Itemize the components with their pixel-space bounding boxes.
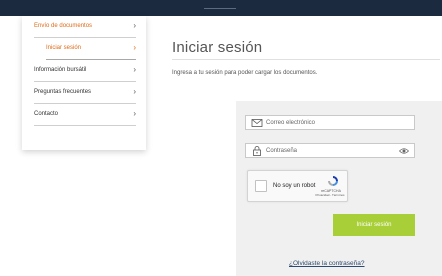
password-field[interactable]: Contraseña xyxy=(245,143,415,158)
sidebar-item-iniciar-sesion[interactable]: Iniciar sesión › xyxy=(22,38,146,60)
sidebar-item-label: Preguntas frecuentes xyxy=(34,89,92,95)
chevron-right-icon: › xyxy=(133,43,136,52)
recaptcha-widget: No soy un robot reCAPTCHA Privacidad - T… xyxy=(247,170,348,202)
sidebar-item-contacto[interactable]: Contacto › xyxy=(22,104,146,126)
sidebar-item-label: Iniciar sesión xyxy=(46,45,82,51)
page-title: Iniciar sesión xyxy=(172,39,263,56)
recaptcha-checkbox[interactable] xyxy=(255,180,267,192)
lock-icon xyxy=(253,146,261,156)
eye-icon[interactable] xyxy=(399,146,409,156)
envelope-icon xyxy=(251,119,263,127)
chevron-right-icon: › xyxy=(133,87,136,96)
page-subtitle: Ingresa a tu sesión para poder cargar lo… xyxy=(172,70,318,76)
recaptcha-label: No soy un robot xyxy=(273,183,316,189)
sidebar-item-label: Envío de documentos xyxy=(34,23,93,29)
recaptcha-links[interactable]: Privacidad - Términos xyxy=(312,193,348,197)
email-placeholder: Correo electrónico xyxy=(266,120,316,126)
sidebar-item-preguntas-frecuentes[interactable]: Preguntas frecuentes › xyxy=(22,82,146,104)
sidebar-item-informacion-bursatil[interactable]: Información bursátil › xyxy=(22,60,146,82)
forgot-password-link[interactable]: ¿Olvidaste la contraseña? xyxy=(289,260,365,267)
sidebar-item-envio-documentos[interactable]: Envío de documentos › xyxy=(22,16,146,38)
login-button[interactable]: Iniciar sesión xyxy=(333,214,415,236)
recaptcha-logo-icon xyxy=(328,176,338,186)
title-divider xyxy=(172,59,440,60)
top-navigation-bar xyxy=(0,0,442,16)
sidebar-menu: Envío de documentos › Iniciar sesión › I… xyxy=(22,16,146,150)
password-placeholder: Contraseña xyxy=(266,148,298,154)
chevron-right-icon: › xyxy=(133,65,136,74)
divider xyxy=(34,125,136,126)
sidebar-item-label: Contacto xyxy=(34,111,59,117)
email-field[interactable]: Correo electrónico xyxy=(245,115,415,130)
sidebar-item-label: Información bursátil xyxy=(34,67,87,73)
topbar-indicator xyxy=(204,8,236,9)
chevron-right-icon: › xyxy=(133,109,136,118)
chevron-right-icon: › xyxy=(133,21,136,30)
